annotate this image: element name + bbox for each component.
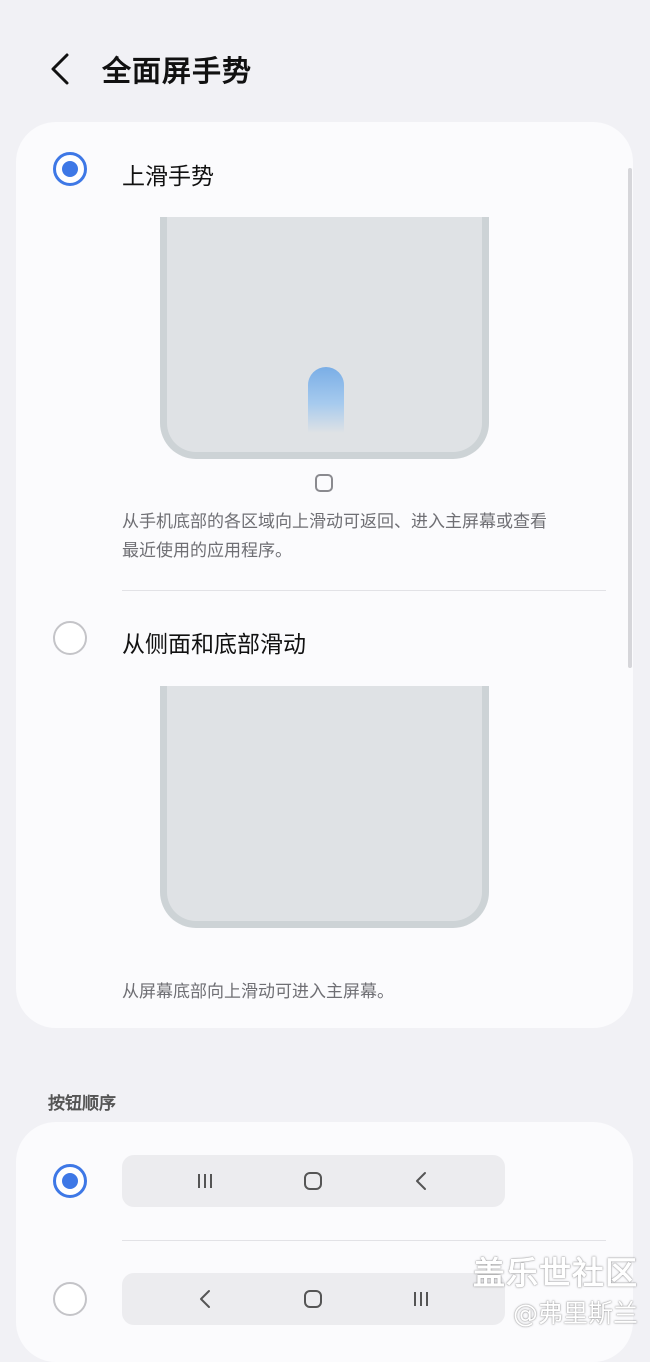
back-icon [185,1273,225,1325]
section-label-button-order: 按钮顺序 [48,1094,116,1114]
divider [122,1240,606,1241]
watermark-author: @弗里斯兰 [512,1299,638,1328]
recents-icon [185,1155,225,1207]
swipe-up-illustration [160,217,489,459]
option-description-side-bottom: 从屏幕底部向上滑动可进入主屏幕。 [122,982,394,1002]
swipe-indicator-icon [308,367,344,433]
radio-button-order-2[interactable] [53,1282,87,1316]
home-icon [293,1273,333,1325]
navbar-preview-1 [122,1155,505,1207]
radio-button-order-1[interactable] [53,1164,87,1198]
divider [122,590,606,591]
back-button[interactable] [40,46,80,92]
page-title: 全面屏手势 [102,54,253,88]
scrollbar[interactable] [628,168,632,668]
home-key-icon [315,474,333,492]
app-header: 全面屏手势 [0,0,650,120]
watermark-community: 盖乐世社区 [472,1254,638,1292]
radio-side-bottom[interactable] [53,621,87,655]
recents-icon [401,1273,441,1325]
side-bottom-illustration [160,686,489,928]
radio-swipe-up[interactable] [53,152,87,186]
option-description-swipe-up: 从手机底部的各区域向上滑动可返回、进入主屏幕或查看 最近使用的应用程序。 [122,512,547,561]
option-label-swipe-up: 上滑手势 [122,164,214,190]
chevron-left-icon [51,53,69,85]
home-icon [293,1155,333,1207]
navbar-preview-2 [122,1273,505,1325]
back-icon [401,1155,441,1207]
option-label-side-bottom: 从侧面和底部滑动 [122,632,306,658]
